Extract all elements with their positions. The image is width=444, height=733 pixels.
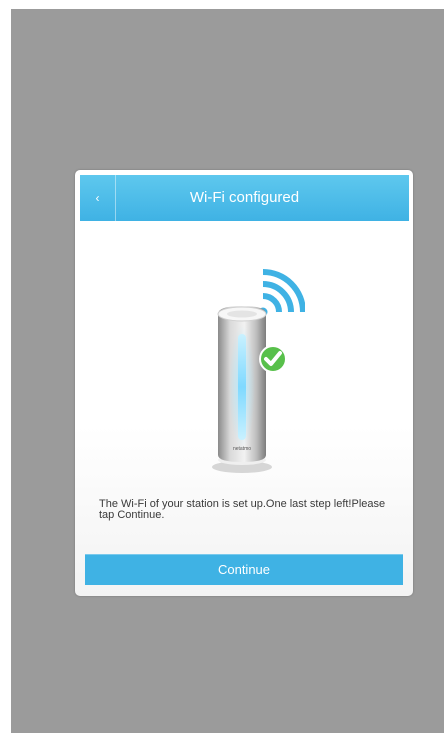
weather-station-illustration: netatmo (212, 269, 305, 473)
continue-button[interactable]: Continue (85, 554, 403, 585)
dialog-header: ‹ Wi-Fi configured (80, 175, 409, 221)
status-message: The Wi-Fi of your station is set up.One … (99, 498, 386, 521)
wifi-configured-dialog: ‹ Wi-Fi configured netatmo The Wi-Fi of … (75, 170, 413, 596)
station-brand-label: netatmo (233, 446, 251, 452)
dialog-title: Wi-Fi configured (189, 189, 300, 206)
back-button[interactable]: ‹ (80, 175, 116, 221)
screen-backdrop: ‹ Wi-Fi configured netatmo The Wi-Fi of … (11, 9, 444, 733)
wifi-signal-icon (258, 269, 305, 317)
check-icon (259, 345, 287, 373)
chevron-left-icon: ‹ (95, 191, 100, 205)
